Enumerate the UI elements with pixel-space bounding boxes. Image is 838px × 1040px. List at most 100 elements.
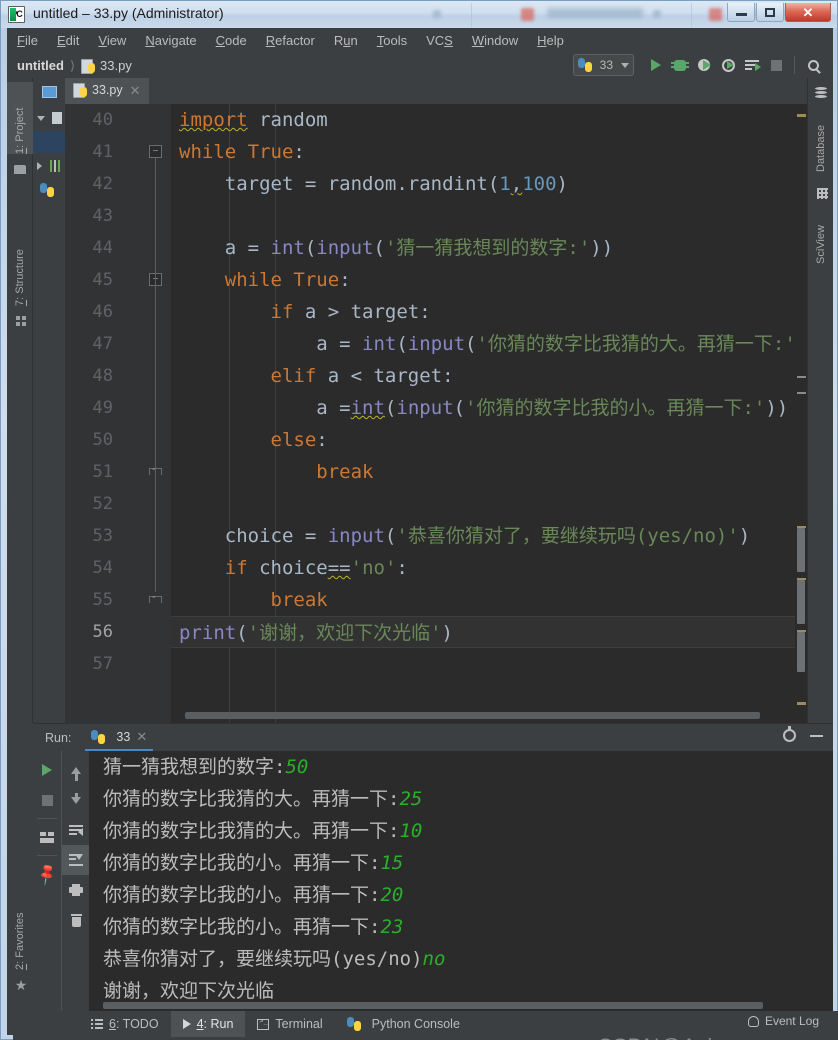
stop-button[interactable] xyxy=(764,54,788,76)
scrollbar-thumb[interactable] xyxy=(797,528,805,572)
sidebar-item-database[interactable]: Database xyxy=(808,102,834,172)
code-line[interactable]: import random xyxy=(171,104,807,136)
menu-tools[interactable]: Tools xyxy=(377,33,407,48)
menu-vcs[interactable]: VCS xyxy=(426,33,453,48)
scrollbar-thumb[interactable] xyxy=(797,580,805,624)
menu-help[interactable]: Help xyxy=(537,33,564,48)
stop-button[interactable] xyxy=(33,785,61,815)
code-token: ) xyxy=(441,622,453,644)
code-line[interactable]: while True: xyxy=(171,136,807,168)
editor-horizontal-scrollbar[interactable] xyxy=(185,712,760,719)
debug-button[interactable] xyxy=(668,54,692,76)
bottom-tab-run[interactable]: 4: Run xyxy=(170,1011,246,1037)
code-line[interactable]: target = random.randint(1,100) xyxy=(171,168,807,200)
code-line[interactable]: if choice=='no': xyxy=(171,552,807,584)
menu-edit[interactable]: Edit xyxy=(57,33,79,48)
run-configuration-selector[interactable]: 33 xyxy=(572,54,634,76)
menu-view[interactable]: View xyxy=(98,33,126,48)
code-line[interactable]: else: xyxy=(171,424,807,456)
menu-code[interactable]: Code xyxy=(216,33,247,48)
run-button[interactable] xyxy=(644,54,668,76)
code-line[interactable]: choice = input('恭喜你猜对了，要继续玩吗(yes/no)') xyxy=(171,520,807,552)
run-console-output[interactable]: 猜一猜我想到的数字:50 你猜的数字比我猜的大。再猜一下:25 你猜的数字比我猜的大… xyxy=(89,751,833,1012)
breadcrumb-project[interactable]: untitled xyxy=(17,58,64,73)
code-line[interactable]: while True: xyxy=(171,264,807,296)
code-line[interactable]: break xyxy=(171,456,807,488)
clear-all-button[interactable] xyxy=(62,905,90,935)
code-line[interactable]: a = int(input('你猜的数字比我猜的大。再猜一下:')) xyxy=(171,328,807,360)
close-icon[interactable]: ✕ xyxy=(130,84,141,97)
console-horizontal-scrollbar[interactable] xyxy=(103,1002,763,1009)
code-lines-container[interactable]: import random while True: target = random… xyxy=(171,104,807,723)
run-tab-label: 33 xyxy=(116,729,131,744)
close-button[interactable]: ✕ xyxy=(785,3,831,22)
chevron-down-icon[interactable] xyxy=(621,62,629,68)
bottom-tab-todo[interactable]: 6: TODO xyxy=(79,1011,171,1037)
code-line[interactable] xyxy=(171,488,807,520)
menu-file[interactable]: File xyxy=(17,33,38,48)
code-token: 1 xyxy=(499,173,511,195)
event-log-button[interactable]: Event Log xyxy=(747,1014,819,1028)
breadcrumb-file[interactable]: 33.py xyxy=(100,58,132,73)
code-line[interactable]: print('谢谢，欢迎下次光临') xyxy=(171,616,807,648)
editor-tab-33py[interactable]: 33.py ✕ xyxy=(65,78,149,104)
navigation-bar: untitled ⟩ 33.py 33 xyxy=(7,53,833,78)
maximize-button[interactable] xyxy=(756,3,784,22)
selected-file-row[interactable] xyxy=(33,131,65,153)
show-as-table-button[interactable] xyxy=(33,822,61,852)
code-token: True xyxy=(247,141,294,163)
code-token: input xyxy=(396,397,454,419)
line-number: 47 xyxy=(92,334,113,354)
code-line[interactable]: if a > target: xyxy=(171,296,807,328)
print-button[interactable] xyxy=(62,875,90,905)
line-number: 54 xyxy=(92,558,113,578)
restore-layout-button[interactable] xyxy=(33,81,65,103)
code-line[interactable]: a =int(input('你猜的数字比我的小。再猜一下:')) xyxy=(171,392,807,424)
editor-gutter[interactable]: 4041−42434445−464748495051525354555657 xyxy=(65,104,171,723)
rerun-button[interactable] xyxy=(33,755,61,785)
minimize-button[interactable] xyxy=(727,3,755,22)
console-line: 恭喜你猜对了，要继续玩吗(yes/no)no xyxy=(89,943,833,975)
code-line[interactable]: a = int(input('猜一猜我想到的数字:')) xyxy=(171,232,807,264)
pin-tab-button[interactable]: 📌 xyxy=(33,859,61,889)
up-button[interactable] xyxy=(62,755,90,785)
sidebar-item-favorites[interactable]: 2: Favorites xyxy=(7,878,33,970)
soft-wrap-button[interactable] xyxy=(62,815,90,845)
sidebar-item-project[interactable]: 1: Project xyxy=(7,82,33,154)
code-line[interactable]: break xyxy=(171,584,807,616)
editor-viewport[interactable]: 4041−42434445−464748495051525354555657 i… xyxy=(65,104,807,723)
fold-collapse-icon[interactable]: − xyxy=(149,145,162,158)
menu-navigate[interactable]: Navigate xyxy=(145,33,196,48)
gear-icon[interactable] xyxy=(783,726,796,742)
scrollbar-thumb[interactable] xyxy=(797,632,805,672)
close-icon[interactable]: ✕ xyxy=(136,729,147,745)
expand-node-button[interactable] xyxy=(33,155,65,177)
editor-scrollbar[interactable] xyxy=(795,104,807,723)
code-token: int xyxy=(270,237,305,259)
code-line[interactable] xyxy=(171,648,807,680)
menu-window[interactable]: Window xyxy=(472,33,518,48)
line-number: 55 xyxy=(92,590,113,610)
menu-run[interactable]: Run xyxy=(334,33,358,48)
fold-expand-icon[interactable] xyxy=(149,591,162,606)
marker xyxy=(797,376,806,378)
scroll-to-end-button[interactable] xyxy=(62,845,90,875)
sidebar-item-structure[interactable]: 7: Structure xyxy=(7,218,33,306)
down-button[interactable] xyxy=(62,785,90,815)
bottom-tab-terminal[interactable]: Terminal xyxy=(245,1011,334,1037)
collapse-all-button[interactable] xyxy=(33,107,65,129)
minimize-icon[interactable] xyxy=(810,734,823,737)
main-toolbar: 33 xyxy=(572,54,825,76)
search-everywhere-button[interactable] xyxy=(801,54,825,76)
code-line[interactable] xyxy=(171,200,807,232)
menu-refactor[interactable]: Refactor xyxy=(266,33,315,48)
run-with-coverage-button[interactable] xyxy=(692,54,716,76)
run-tests-button[interactable] xyxy=(740,54,764,76)
profile-button[interactable] xyxy=(716,54,740,76)
run-tab-33[interactable]: 33 ✕ xyxy=(85,724,154,751)
console-line: 你猜的数字比我的小。再猜一下:20 xyxy=(89,879,833,911)
code-line[interactable]: elif a < target: xyxy=(171,360,807,392)
sidebar-item-sciview[interactable]: SciView xyxy=(808,202,834,264)
code-token: input xyxy=(407,333,466,355)
bottom-tab-python-console[interactable]: Python Console xyxy=(335,1011,472,1037)
